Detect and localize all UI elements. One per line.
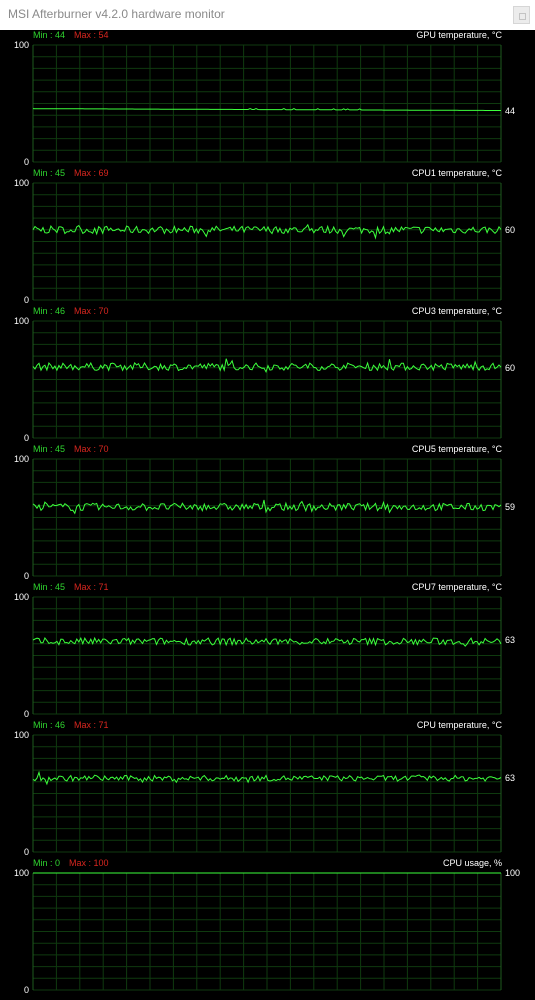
y-axis-max-label: 100 — [13, 592, 29, 602]
graph-panel-cpu5-temperature[interactable]: Min : 45 Max : 70 CPU5 temperature, °C 10… — [0, 444, 535, 582]
graph-plot — [32, 320, 502, 439]
min-label: Min : 45 — [33, 168, 66, 178]
graph-title: CPU3 temperature, °C — [411, 306, 502, 316]
graph-title: CPU5 temperature, °C — [411, 444, 502, 454]
restore-icon[interactable] — [513, 6, 530, 24]
graph-plot — [32, 44, 502, 163]
min-label: Min : 46 — [33, 306, 66, 316]
y-axis-min-label: 0 — [23, 847, 29, 857]
graph-plot — [32, 596, 502, 715]
y-axis-min-label: 0 — [23, 295, 29, 305]
min-max-label: Min : 45 Max : 71 — [33, 582, 109, 592]
y-axis-min-label: 0 — [23, 709, 29, 719]
graph-panel-cpu3-temperature[interactable]: Min : 46 Max : 70 CPU3 temperature, °C 10… — [0, 306, 535, 444]
min-max-label: Min : 0 Max : 100 — [33, 858, 109, 868]
max-label: Max : 70 — [74, 306, 109, 316]
min-label: Min : 45 — [33, 582, 66, 592]
max-label: Max : 71 — [74, 582, 109, 592]
graph-title: CPU7 temperature, °C — [411, 582, 502, 592]
y-axis-min-label: 0 — [23, 433, 29, 443]
min-label: Min : 0 — [33, 858, 61, 868]
graph-title: CPU usage, % — [442, 858, 502, 868]
min-max-label: Min : 46 Max : 70 — [33, 306, 109, 316]
max-label: Max : 54 — [74, 30, 109, 40]
graph-panel-cpu1-temperature[interactable]: Min : 45 Max : 69 CPU1 temperature, °C 10… — [0, 168, 535, 306]
current-value-label: 60 — [505, 224, 516, 235]
y-axis-max-label: 100 — [13, 454, 29, 464]
graph-title: CPU1 temperature, °C — [411, 168, 502, 178]
max-label: Max : 100 — [69, 858, 109, 868]
window-title: MSI Afterburner v4.2.0 hardware monitor — [8, 7, 225, 21]
graph-panel-gpu-temperature[interactable]: Min : 44 Max : 54 GPU temperature, °C 100… — [0, 30, 535, 168]
graph-area[interactable]: Min : 44 Max : 54 GPU temperature, °C 100… — [0, 30, 535, 1000]
y-axis-max-label: 100 — [13, 178, 29, 188]
graph-plot — [32, 872, 502, 991]
min-label: Min : 46 — [33, 720, 66, 730]
graph-title: CPU temperature, °C — [416, 720, 502, 730]
graph-panel-cpu-temperature[interactable]: Min : 46 Max : 71 CPU temperature, °C 100… — [0, 720, 535, 858]
current-value-label: 60 — [505, 362, 516, 373]
y-axis-min-label: 0 — [23, 985, 29, 995]
y-axis-min-label: 0 — [23, 571, 29, 581]
current-value-label: 100 — [505, 868, 521, 878]
title-bar[interactable]: MSI Afterburner v4.2.0 hardware monitor — [0, 0, 535, 30]
min-max-label: Min : 44 Max : 54 — [33, 30, 109, 40]
y-axis-min-label: 0 — [23, 157, 29, 167]
y-axis-max-label: 100 — [13, 730, 29, 740]
min-label: Min : 45 — [33, 444, 66, 454]
y-axis-max-label: 100 — [13, 40, 29, 50]
min-max-label: Min : 45 Max : 69 — [33, 168, 109, 178]
current-value-label: 63 — [505, 635, 516, 646]
current-value-label: 59 — [505, 501, 516, 512]
min-max-label: Min : 46 Max : 71 — [33, 720, 109, 730]
current-value-label: 44 — [505, 105, 516, 116]
min-label: Min : 44 — [33, 30, 66, 40]
graph-panel-cpu-usage[interactable]: Min : 0 Max : 100 CPU usage, % 100 0 100 — [0, 858, 535, 996]
current-value-label: 63 — [505, 773, 516, 784]
graph-panel-cpu7-temperature[interactable]: Min : 45 Max : 71 CPU7 temperature, °C 10… — [0, 582, 535, 720]
min-max-label: Min : 45 Max : 70 — [33, 444, 109, 454]
graph-plot — [32, 182, 502, 301]
y-axis-max-label: 100 — [13, 316, 29, 326]
graph-plot — [32, 734, 502, 853]
max-label: Max : 69 — [74, 168, 109, 178]
graph-title: GPU temperature, °C — [416, 30, 502, 40]
max-label: Max : 71 — [74, 720, 109, 730]
graph-plot — [32, 458, 502, 577]
max-label: Max : 70 — [74, 444, 109, 454]
y-axis-max-label: 100 — [13, 868, 29, 878]
